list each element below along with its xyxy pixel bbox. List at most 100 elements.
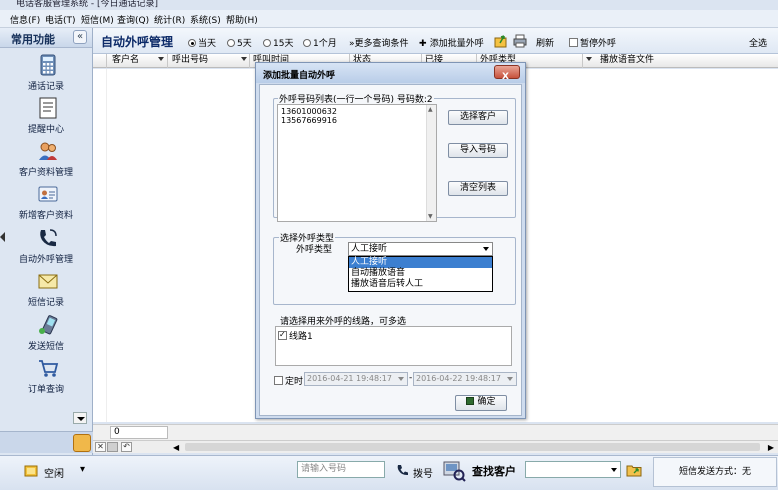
phone-number-line: 13601000632 xyxy=(281,107,337,116)
window-title-bar: 电话客服管理系统 - [今日通话记录] xyxy=(0,0,778,8)
horizontal-scrollbar[interactable]: ✕ ↶ ◀ ▶ xyxy=(93,440,778,453)
timed-checkbox[interactable]: 定时 xyxy=(274,374,303,387)
scroll-right-icon[interactable]: ▶ xyxy=(768,443,774,452)
envelope-icon xyxy=(38,274,58,289)
sms-send-mode: 短信发送方式：无 xyxy=(653,457,777,487)
folder-icon[interactable] xyxy=(73,434,91,452)
dialog-body: 外呼号码列表(一行一个号码) 号码数:2 13601000632 1356766… xyxy=(259,84,522,416)
phone-icon xyxy=(40,229,57,247)
more-query-link[interactable]: »更多查询条件 xyxy=(349,36,409,49)
period-label: 当天 xyxy=(198,39,217,49)
sidebar-footer xyxy=(0,431,93,453)
export-icon[interactable] xyxy=(494,34,508,48)
column-header-label: 播放语音文件 xyxy=(600,55,655,65)
dial-type-options: 人工接听 自动播放语音 播放语音后转人工 xyxy=(348,256,493,292)
select-customer-button[interactable]: 选择客户 xyxy=(448,110,508,125)
dial-type-label: 外呼类型 xyxy=(296,245,333,255)
grid-summary-row: 0 xyxy=(93,424,778,440)
sidebar-item-send-sms[interactable]: 发送短信 xyxy=(0,314,92,357)
sidebar-scroll-down-button[interactable] xyxy=(73,412,87,424)
menu-sms[interactable]: 短信(M) xyxy=(81,13,114,26)
column-header-label: 呼出号码 xyxy=(172,55,209,65)
line-state-dropdown-icon[interactable]: ▾ xyxy=(80,464,85,475)
calculator-icon xyxy=(40,54,56,76)
menu-phone[interactable]: 电话(T) xyxy=(45,13,76,26)
phone-number-line: 13567669916 xyxy=(281,116,337,125)
line-list: 线路1 xyxy=(275,326,512,366)
sidebar-item-label: 订单查询 xyxy=(27,385,64,395)
close-filter-icon[interactable]: ✕ xyxy=(95,442,106,452)
menu-info[interactable]: 信息(F) xyxy=(10,13,40,26)
close-icon: X xyxy=(502,72,509,82)
filter-toggle-icon[interactable] xyxy=(107,442,118,452)
pause-dial-checkbox[interactable]: 暂停外呼 xyxy=(569,36,616,49)
sidebar-item-label: 通话记录 xyxy=(27,82,64,92)
checkbox-checked-icon xyxy=(278,330,287,340)
open-folder-icon[interactable] xyxy=(626,462,642,478)
confirm-button[interactable]: 确定 xyxy=(455,395,507,411)
sidebar-item-sms-records[interactable]: 短信记录 xyxy=(0,270,92,313)
radio-icon xyxy=(227,39,235,47)
dropdown-arrow-icon xyxy=(241,57,247,61)
sidebar-item-customer-management[interactable]: 客户资料管理 xyxy=(0,140,92,183)
print-icon[interactable] xyxy=(513,34,527,48)
scroll-left-icon[interactable]: ◀ xyxy=(173,443,179,452)
refresh-button[interactable]: 刷新 xyxy=(536,36,554,49)
sidebar-item-reminders[interactable]: 提醒中心 xyxy=(0,97,92,140)
column-filter-customer[interactable] xyxy=(155,54,169,68)
period-radio-today[interactable]: 当天 xyxy=(188,36,216,49)
row-selector-column xyxy=(93,69,107,422)
menu-system[interactable]: 系统(S) xyxy=(190,13,221,26)
start-time-picker[interactable]: 2016-04-21 19:48:17 xyxy=(304,372,408,386)
textarea-scrollbar[interactable] xyxy=(426,105,436,221)
period-radio-1month[interactable]: 1个月 xyxy=(303,36,337,49)
row-selector-header xyxy=(93,54,107,68)
dropdown-arrow-icon xyxy=(586,57,592,61)
notepad-icon xyxy=(39,97,57,119)
import-numbers-button[interactable]: 导入号码 xyxy=(448,143,508,158)
sidebar-item-auto-dial[interactable]: 自动外呼管理 xyxy=(0,227,92,270)
undo-icon[interactable]: ↶ xyxy=(121,442,132,452)
collapse-icon[interactable]: « xyxy=(73,30,87,44)
dial-type-option-voice-then-agent[interactable]: 播放语音后转人工 xyxy=(349,279,492,290)
column-filter-number[interactable] xyxy=(238,54,250,68)
menu-query[interactable]: 查询(Q) xyxy=(117,13,149,26)
sidebar-item-label: 客户资料管理 xyxy=(18,168,73,178)
radio-icon xyxy=(263,39,271,47)
sidebar-item-call-records[interactable]: 通话记录 xyxy=(0,54,92,97)
dial-type-select[interactable]: 人工接听 xyxy=(348,242,493,256)
menu-stats[interactable]: 统计(R) xyxy=(154,13,185,26)
sidebar-item-label: 自动外呼管理 xyxy=(18,255,73,265)
line-status-icon xyxy=(24,465,38,477)
period-radio-15days[interactable]: 15天 xyxy=(263,36,293,49)
customers-icon xyxy=(39,142,57,160)
dial-button[interactable]: 拨号 xyxy=(413,465,433,480)
column-filter-dial-type[interactable] xyxy=(583,54,597,68)
period-radio-5days[interactable]: 5天 xyxy=(227,36,252,49)
dial-type-option-auto-voice[interactable]: 自动播放语音 xyxy=(349,268,492,279)
phone-number-input[interactable]: 请输入号码 xyxy=(297,461,385,478)
clear-list-button[interactable]: 清空列表 xyxy=(448,181,508,196)
menu-help[interactable]: 帮助(H) xyxy=(226,13,258,26)
more-query-label: 更多查询条件 xyxy=(354,39,409,49)
sidebar-header: 常用功能 « xyxy=(0,28,92,48)
checkbox-icon xyxy=(569,38,578,47)
column-header-voice-file[interactable]: 播放语音文件 xyxy=(597,54,778,68)
scrollbar-thumb[interactable] xyxy=(185,443,760,451)
status-bar: 空闲 ▾ 请输入号码 拨号 查找客户 短信发送方式：无 xyxy=(0,455,778,490)
customer-search-combo[interactable] xyxy=(525,461,621,478)
close-button[interactable]: X xyxy=(494,65,520,82)
time-range-dash: - xyxy=(409,373,413,383)
phone-number-textarea[interactable]: 13601000632 13567669916 xyxy=(277,104,437,222)
mobile-phone-icon xyxy=(39,315,58,335)
select-all-button[interactable]: 全选 xyxy=(749,36,767,49)
dial-type-option-manual[interactable]: 人工接听 xyxy=(349,257,492,268)
add-batch-dial-button[interactable]: ✚ 添加批量外呼 xyxy=(419,36,484,49)
timed-label: 定时 xyxy=(285,377,304,387)
sidebar: 常用功能 « 通话记录 提醒中心 客户资料管理 新增客户资料 自动外呼管理 短信… xyxy=(0,28,93,458)
sidebar-item-label: 提醒中心 xyxy=(27,125,64,135)
end-time-picker[interactable]: 2016-04-22 19:48:17 xyxy=(413,372,517,386)
sidebar-item-order-query[interactable]: 订单查询 xyxy=(0,357,92,400)
line-checkbox-1[interactable]: 线路1 xyxy=(278,330,313,342)
sidebar-item-add-customer[interactable]: 新增客户资料 xyxy=(0,183,92,226)
